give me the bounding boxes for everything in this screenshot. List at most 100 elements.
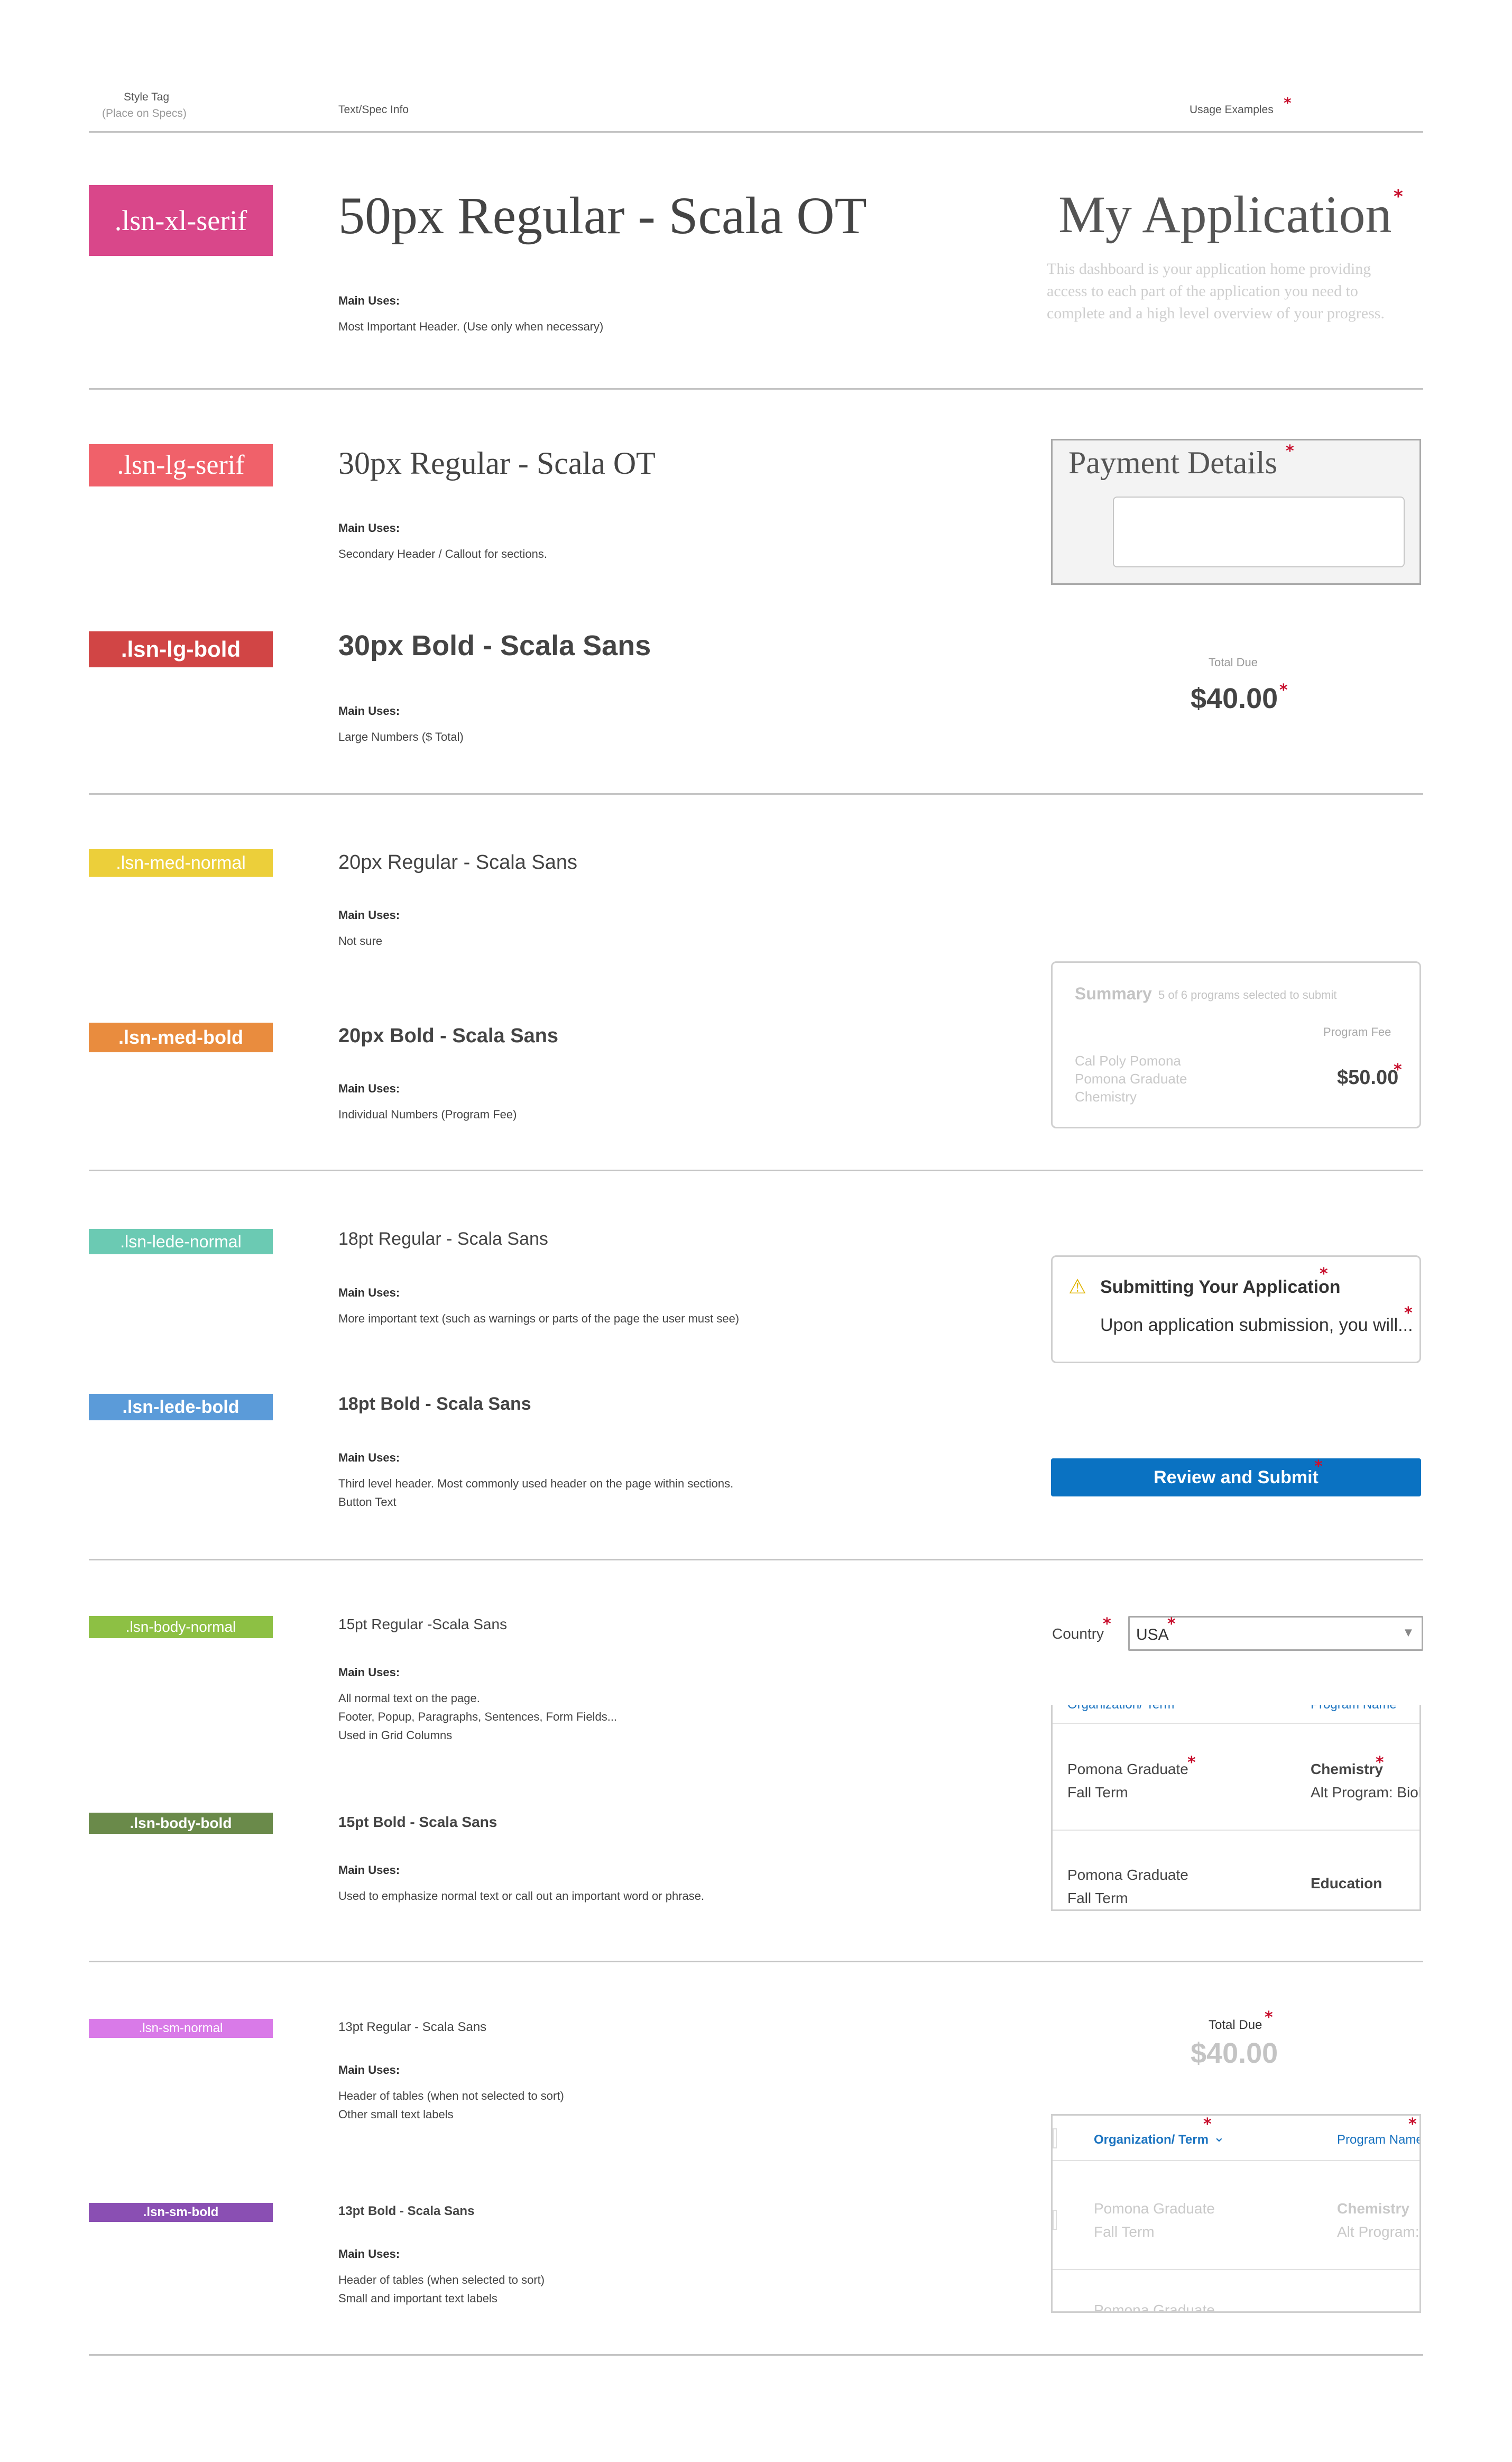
chevron-down-icon: ▼: [1405, 1627, 1412, 1638]
main-uses-text: Most Important Header. (Use only when ne…: [338, 320, 604, 333]
main-uses-text: More important text (such as warnings or…: [338, 1312, 740, 1325]
required-star: *: [1394, 1061, 1402, 1079]
example-payment-details-panel: Payment Details: [1051, 439, 1421, 585]
total-due-label: Total Due: [1209, 656, 1258, 669]
required-star: *: [1187, 1753, 1196, 1772]
grid-divider: [1053, 2269, 1419, 2270]
section-divider: [89, 793, 1423, 795]
country-label: Country: [1052, 1625, 1104, 1642]
review-and-submit-button[interactable]: Review and Submit: [1051, 1458, 1421, 1496]
main-uses-label: Main Uses:: [338, 2063, 400, 2077]
spec-xl-serif: 50px Regular - Scala OT: [338, 186, 867, 245]
text-spec-heading: Text/Spec Info: [338, 104, 409, 116]
example-sortable-grid: Organization/ Term ⌄ Program Name Pomona…: [1051, 2114, 1421, 2313]
spec-body-normal: 15pt Regular -Scala Sans: [338, 1616, 508, 1632]
example-my-application-desc: This dashboard is your application home …: [1047, 260, 1385, 322]
style-tag-lg-bold: .lsn-lg-bold: [89, 631, 273, 667]
style-tag-med-bold: .lsn-med-bold: [89, 1023, 273, 1052]
main-uses-label: Main Uses:: [338, 1451, 400, 1464]
main-uses-label: Main Uses:: [338, 1666, 400, 1679]
grid-col-program[interactable]: Program Name: [1337, 2133, 1419, 2147]
table-row: Chemistry Alt Program:: [1337, 2200, 1419, 2240]
usage-examples-heading: Usage Examples: [1190, 104, 1274, 116]
payment-details-title: Payment Details: [1068, 445, 1277, 480]
table-row: Pomona Graduate Fall Term: [1094, 2200, 1215, 2240]
row-checkbox[interactable]: [1053, 2210, 1057, 2230]
section-divider: [89, 2354, 1423, 2356]
style-tag-body-bold: .lsn-body-bold: [89, 1813, 273, 1834]
section-divider: [89, 1170, 1423, 1171]
grid-header-org: Organization/ Term: [1067, 1705, 1174, 1712]
style-tag-sm-bold: .lsn-sm-bold: [89, 2203, 273, 2222]
style-tag-lede-bold: .lsn-lede-bold: [89, 1394, 273, 1420]
main-uses-text: Used to emphasize normal text or call ou…: [338, 1889, 705, 1903]
grid-divider: [1053, 1723, 1419, 1724]
required-star: *: [1376, 1753, 1384, 1772]
main-uses-label: Main Uses:: [338, 704, 400, 718]
required-star: *: [1279, 681, 1288, 700]
example-my-application-title: My Application: [1058, 185, 1392, 244]
spec-med-normal: 20px Regular - Scala Sans: [338, 851, 578, 874]
sort-chevron-down-icon[interactable]: ⌄: [1213, 2129, 1225, 2145]
spec-med-bold: 20px Bold - Scala Sans: [338, 1025, 559, 1047]
style-tag-med-normal: .lsn-med-normal: [89, 849, 273, 877]
total-due-label: Total Due: [1209, 2018, 1262, 2032]
summary-program-lines: Cal Poly Pomona Pomona Graduate Chemistr…: [1075, 1053, 1187, 1105]
style-tag-lg-serif: .lsn-lg-serif: [89, 444, 273, 486]
summary-fee: $50.00: [1337, 1067, 1399, 1089]
main-uses-text: Individual Numbers (Program Fee): [338, 1108, 517, 1121]
style-tag-lede-normal: .lsn-lede-normal: [89, 1229, 273, 1254]
style-tag-sm-normal: .lsn-sm-normal: [89, 2019, 273, 2038]
spec-lg-serif: 30px Regular - Scala OT: [338, 446, 656, 481]
required-star: *: [1394, 186, 1403, 207]
spec-lede-bold: 18pt Bold - Scala Sans: [338, 1394, 531, 1414]
spec-lg-bold: 30px Bold - Scala Sans: [338, 630, 651, 662]
required-star: *: [1314, 1457, 1323, 1476]
style-tag-heading: Style Tag: [124, 91, 169, 103]
spec-sm-normal: 13pt Regular - Scala Sans: [338, 2020, 487, 2034]
main-uses-text: Header of tables (when not selected to s…: [338, 2089, 564, 2121]
main-uses-label: Main Uses:: [338, 2247, 400, 2261]
grid-divider: [1053, 1830, 1419, 1831]
spec-body-bold: 15pt Bold - Scala Sans: [338, 1814, 497, 1830]
main-uses-label: Main Uses:: [338, 1082, 400, 1095]
table-row: Pomona Graduate Fall Term: [1067, 1761, 1188, 1800]
main-uses-text: Not sure: [338, 934, 383, 948]
grid-col-org[interactable]: Organization/ Term: [1094, 2133, 1209, 2147]
required-star: *: [1404, 1304, 1413, 1322]
table-row: Chemistry Alt Program: Biol: [1311, 1761, 1421, 1800]
required-star: *: [1286, 442, 1294, 461]
required-star: *: [1167, 1615, 1176, 1633]
row-checkbox[interactable]: [1053, 2128, 1057, 2148]
section-divider: [89, 1559, 1423, 1560]
summary-subtitle: 5 of 6 programs selected to submit: [1158, 988, 1337, 1002]
warning-body: Upon application submission, you will...: [1100, 1315, 1413, 1335]
required-star: *: [1265, 2008, 1273, 2027]
country-value: USA: [1136, 1626, 1169, 1643]
example-program-grid: Organization/ Term Program Name Pomona G…: [1051, 1705, 1421, 1911]
summary-fee-label: Program Fee: [1323, 1025, 1391, 1039]
required-star: *: [1203, 2115, 1212, 2134]
required-star: *: [1103, 1615, 1111, 1633]
example-warning-card: ⚠ Submitting Your Application Upon appli…: [1051, 1255, 1421, 1363]
spec-lede-normal: 18pt Regular - Scala Sans: [338, 1229, 548, 1249]
main-uses-label: Main Uses:: [338, 908, 400, 922]
table-row: Pomona Graduate Fall Term: [1067, 1867, 1188, 1906]
table-row: Education: [1311, 1875, 1382, 1891]
main-uses-label: Main Uses:: [338, 294, 400, 307]
main-uses-label: Main Uses:: [338, 1863, 400, 1877]
example-summary-card: Summary 5 of 6 programs selected to subm…: [1051, 961, 1421, 1128]
style-tag-xl-serif: .lsn-xl-serif: [89, 185, 273, 256]
spec-sm-bold: 13pt Bold - Scala Sans: [338, 2204, 475, 2218]
summary-title: Summary: [1075, 984, 1152, 1003]
style-tag-subheading: (Place on Specs): [102, 107, 187, 120]
grid-divider: [1053, 2160, 1419, 2161]
warning-icon: ⚠: [1068, 1275, 1087, 1298]
required-star: *: [1408, 2115, 1417, 2134]
style-tag-body-normal: .lsn-body-normal: [89, 1616, 273, 1638]
main-uses-text: Secondary Header / Callout for sections.: [338, 547, 547, 561]
payment-input[interactable]: [1113, 497, 1405, 567]
main-uses-text: Third level header. Most commonly used h…: [338, 1477, 734, 1509]
main-uses-label: Main Uses:: [338, 1286, 400, 1299]
required-star: *: [1284, 94, 1292, 112]
